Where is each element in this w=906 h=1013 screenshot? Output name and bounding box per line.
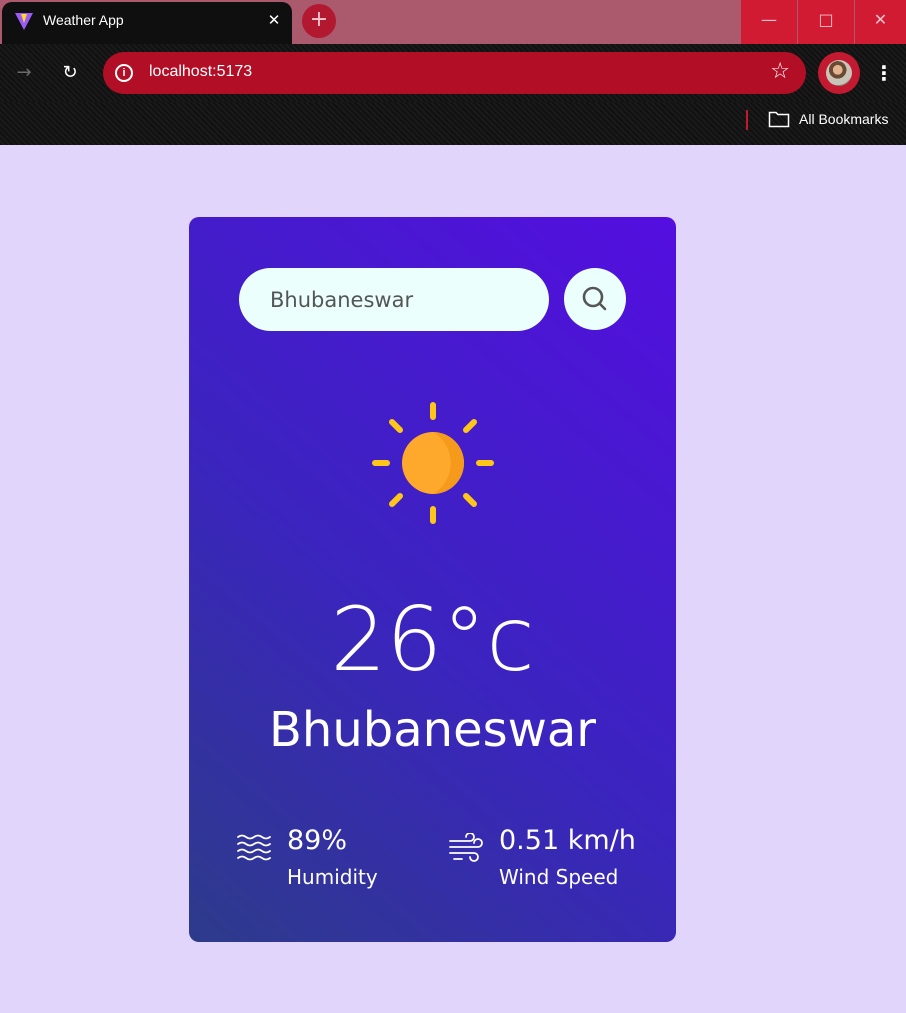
tab-weather-app[interactable]: Weather App ✕ [2, 2, 292, 44]
all-bookmarks-link[interactable]: All Bookmarks [799, 111, 888, 127]
sun-icon [372, 402, 494, 524]
browser-window: Weather App ✕ + — □ ✕ → ↻ i localhost:51… [0, 0, 906, 145]
wind-label: Wind Speed [499, 865, 619, 889]
tab-strip: Weather App ✕ + — □ ✕ [0, 0, 906, 44]
address-bar[interactable]: i localhost:5173 ☆ [103, 52, 806, 94]
search-input[interactable] [239, 268, 549, 331]
humidity-icon [237, 834, 271, 861]
address-bar-url[interactable]: localhost:5173 [149, 63, 252, 81]
humidity-value: 89% [287, 825, 348, 856]
avatar[interactable] [818, 52, 860, 94]
wind-icon [449, 833, 483, 862]
weather-card: 26°c Bhubaneswar 89% Humidity 0.51 km/h … [189, 217, 676, 942]
reload-icon[interactable]: ↻ [56, 59, 84, 87]
window-close-icon[interactable]: ✕ [855, 0, 906, 44]
maximize-icon[interactable]: □ [798, 0, 854, 44]
avatar-image [826, 60, 852, 86]
minimize-icon[interactable]: — [741, 0, 797, 44]
plus-icon[interactable]: + [302, 4, 336, 38]
tab-title: Weather App [43, 12, 124, 28]
humidity-label: Humidity [287, 865, 378, 889]
bookmarks-bar: All Bookmarks [0, 102, 906, 145]
temperature: 26°c [330, 588, 535, 691]
bookmarks-divider [746, 110, 748, 130]
info-icon[interactable]: i [115, 64, 133, 82]
forward-icon[interactable]: → [10, 59, 38, 87]
menu-dots-icon[interactable]: ⋮ [872, 58, 896, 88]
wind-value: 0.51 km/h [499, 825, 636, 856]
star-icon[interactable]: ☆ [770, 59, 790, 84]
browser-toolbar: → ↻ i localhost:5173 ☆ ⋮ [0, 44, 906, 102]
search-icon [582, 286, 607, 311]
vite-favicon-icon [15, 13, 33, 30]
close-icon[interactable]: ✕ [264, 10, 284, 30]
folder-icon[interactable] [768, 110, 790, 128]
city-name: Bhubaneswar [268, 702, 597, 758]
search-button[interactable] [564, 268, 626, 330]
